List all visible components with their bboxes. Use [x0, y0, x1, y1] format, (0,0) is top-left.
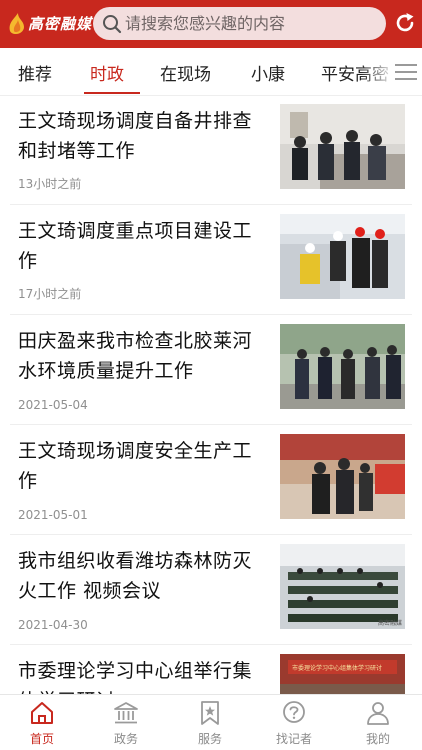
tab-xiaokang[interactable]: 小康: [251, 60, 285, 85]
news-thumbnail: [280, 214, 405, 299]
logo-flame-icon: [9, 13, 24, 34]
home-icon: [31, 702, 53, 724]
refresh-icon[interactable]: [393, 11, 417, 35]
news-thumbnail: 市委理论学习中心组集体学习研讨: [280, 654, 405, 694]
menu-icon[interactable]: [394, 62, 418, 82]
nav-find-reporter[interactable]: 找记者: [252, 695, 336, 750]
category-tabs: 推荐 时政 在现场 小康 平安高密: [0, 48, 422, 96]
news-time: 17小时之前: [18, 287, 82, 301]
news-list: 王文琦现场调度自备井排查和封堵等工作 13小时之前 王文琦调度重点项目建设工作 …: [0, 96, 422, 694]
news-thumbnail: [280, 324, 405, 409]
news-title: 王文琦现场调度安全生产工作: [18, 440, 253, 492]
search-box[interactable]: [93, 7, 386, 40]
active-tab-indicator: [84, 92, 140, 94]
tabs-fade: [360, 48, 396, 94]
news-title: 王文琦调度重点项目建设工作: [18, 220, 253, 272]
nav-label: 服务: [197, 732, 222, 746]
user-icon: [367, 702, 389, 725]
logo-text: 高密融媒: [28, 15, 93, 33]
nav-government[interactable]: 政务: [84, 695, 168, 750]
news-thumbnail: [280, 104, 405, 189]
news-title: 王文琦现场调度自备井排查和封堵等工作: [18, 110, 253, 162]
search-input[interactable]: [125, 7, 375, 40]
news-title: 我市组织收看潍坊森林防灭火工作 视频会议: [18, 550, 253, 602]
news-time: 2021-05-01: [18, 508, 88, 522]
news-thumbnail: 高密融媒: [280, 544, 405, 629]
nav-label: 我的: [365, 732, 390, 746]
news-item[interactable]: 王文琦现场调度安全生产工作 2021-05-01: [10, 426, 412, 535]
thumbnail-banner-text: 市委理论学习中心组集体学习研讨: [292, 665, 383, 672]
tab-recommend[interactable]: 推荐: [18, 60, 52, 85]
nav-label: 政务: [113, 732, 138, 746]
news-thumbnail: [280, 434, 405, 519]
tab-on-site[interactable]: 在现场: [160, 60, 211, 85]
news-time: 2021-04-30: [18, 618, 88, 632]
government-icon: [114, 702, 138, 724]
nav-label: 找记者: [275, 732, 312, 746]
question-icon: [283, 701, 305, 723]
news-time: 13小时之前: [18, 177, 82, 191]
news-item[interactable]: 田庆盈来我市检查北胶莱河水环境质量提升工作 2021-05-04: [10, 316, 412, 425]
nav-home[interactable]: 首页: [0, 695, 84, 750]
news-item[interactable]: 市委理论学习中心组举行集体学习研讨 市委理论学习中心组集体学习研讨: [10, 646, 412, 694]
thumbnail-watermark: 高密融媒: [377, 620, 402, 627]
news-item[interactable]: 王文琦调度重点项目建设工作 17小时之前: [10, 206, 412, 315]
search-icon: [103, 15, 122, 34]
news-item[interactable]: 王文琦现场调度自备井排查和封堵等工作 13小时之前: [10, 96, 412, 205]
bookmark-star-icon: [201, 701, 219, 725]
bottom-nav: 首页 政务 服务 找记者 我的: [0, 694, 422, 750]
news-item[interactable]: 我市组织收看潍坊森林防灭火工作 视频会议 2021-04-30 高密融媒: [10, 536, 412, 645]
nav-mine[interactable]: 我的: [336, 695, 420, 750]
news-title: 田庆盈来我市检查北胶莱河水环境质量提升工作: [18, 330, 253, 382]
tab-politics[interactable]: 时政: [90, 60, 124, 85]
app-screen: 高密融媒 推荐 时政 在现场 小康 平安高密: [0, 0, 422, 750]
nav-label: 首页: [29, 732, 54, 746]
news-time: 2021-05-04: [18, 398, 88, 412]
app-logo[interactable]: 高密融媒: [6, 9, 93, 37]
news-title: 市委理论学习中心组举行集体学习研讨: [18, 660, 253, 694]
nav-services[interactable]: 服务: [168, 695, 252, 750]
top-header: 高密融媒: [0, 0, 422, 48]
